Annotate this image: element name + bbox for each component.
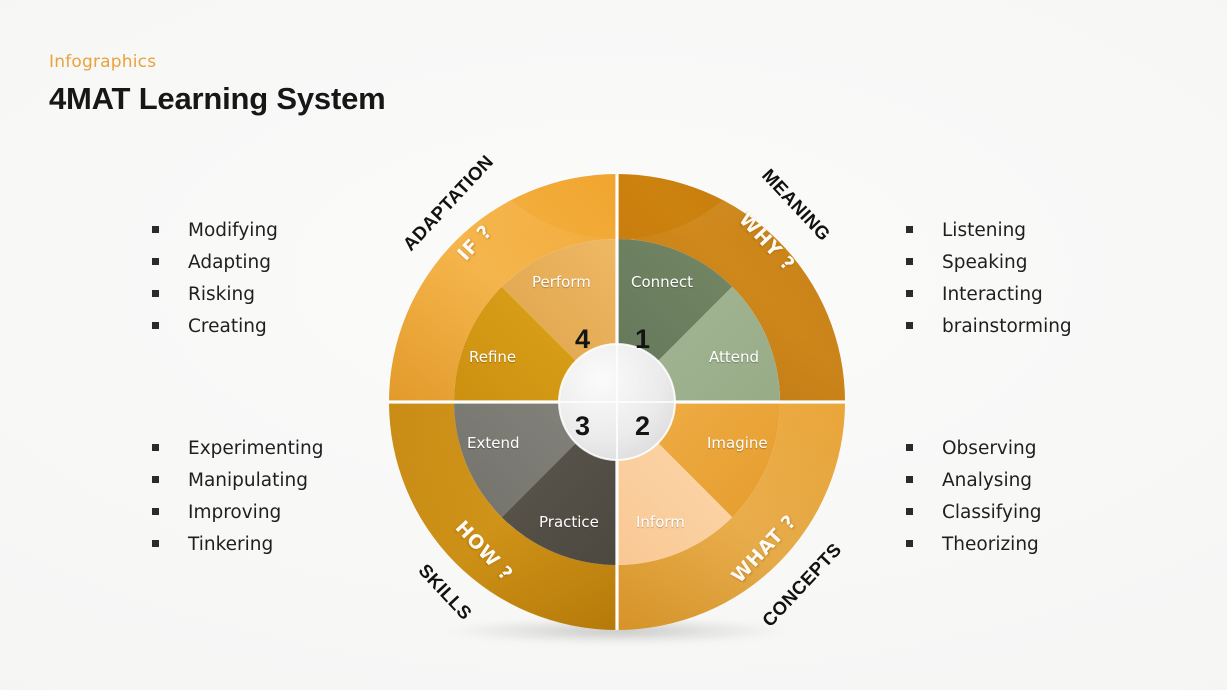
list-adaptation-skills: Modifying Adapting Risking Creating [152,220,278,350]
wheel-graphic [389,174,845,630]
list-item: Creating [152,316,278,350]
list-item: Modifying [152,220,278,254]
square-bullet-icon [152,226,159,233]
square-bullet-icon [152,476,159,483]
kicker-label: Infographics [49,52,157,72]
square-bullet-icon [152,322,159,329]
list-item-label: Creating [188,316,267,337]
list-item-label: Observing [942,438,1037,459]
quadrant-number-1: 1 [635,324,651,354]
list-item-label: Improving [188,502,282,523]
page-header: Infographics 4MAT Learning System [49,52,386,117]
list-item: Adapting [152,252,278,286]
list-item-label: Listening [942,220,1027,241]
list-item: Improving [152,502,324,536]
square-bullet-icon [152,290,159,297]
square-bullet-icon [906,508,913,515]
square-bullet-icon [906,476,913,483]
list-item: Risking [152,284,278,318]
square-bullet-icon [906,540,913,547]
quadrant-number-4: 4 [575,324,591,354]
list-item-label: Adapting [188,252,272,273]
square-bullet-icon [906,290,913,297]
square-bullet-icon [906,444,913,451]
list-meaning-actions: Listening Speaking Interacting brainstor… [906,220,1072,350]
quadrant-number-2: 2 [635,411,651,441]
list-item: Interacting [906,284,1072,318]
quadrant-number-3: 3 [575,411,591,441]
list-item-label: Modifying [188,220,278,241]
square-bullet-icon [906,226,913,233]
list-item-label: Tinkering [188,534,274,555]
list-concepts-actions: Observing Analysing Classifying Theorizi… [906,438,1042,568]
square-bullet-icon [152,444,159,451]
list-item-label: brainstorming [942,316,1072,337]
list-item: Theorizing [906,534,1042,568]
list-item-label: Risking [188,284,255,305]
list-item: Speaking [906,252,1072,286]
list-item-label: Manipulating [188,470,308,491]
list-item: Experimenting [152,438,324,472]
list-item: Analysing [906,470,1042,504]
square-bullet-icon [152,258,159,265]
square-bullet-icon [152,540,159,547]
list-item: Listening [906,220,1072,254]
list-item-label: Classifying [942,502,1042,523]
list-item: Tinkering [152,534,324,568]
square-bullet-icon [152,508,159,515]
list-item-label: Experimenting [188,438,324,459]
square-bullet-icon [906,322,913,329]
list-item-label: Analysing [942,470,1033,491]
list-item: brainstorming [906,316,1072,350]
fourmat-wheel: 4 1 3 2 Perform Refine Connect Attend Ex… [389,151,845,644]
list-item-label: Theorizing [942,534,1039,555]
page-title: 4MAT Learning System [49,81,386,116]
square-bullet-icon [906,258,913,265]
list-item-label: Speaking [942,252,1028,273]
list-skills-actions: Experimenting Manipulating Improving Tin… [152,438,324,568]
list-item: Classifying [906,502,1042,536]
list-item: Observing [906,438,1042,472]
list-item-label: Interacting [942,284,1043,305]
list-item: Manipulating [152,470,324,504]
